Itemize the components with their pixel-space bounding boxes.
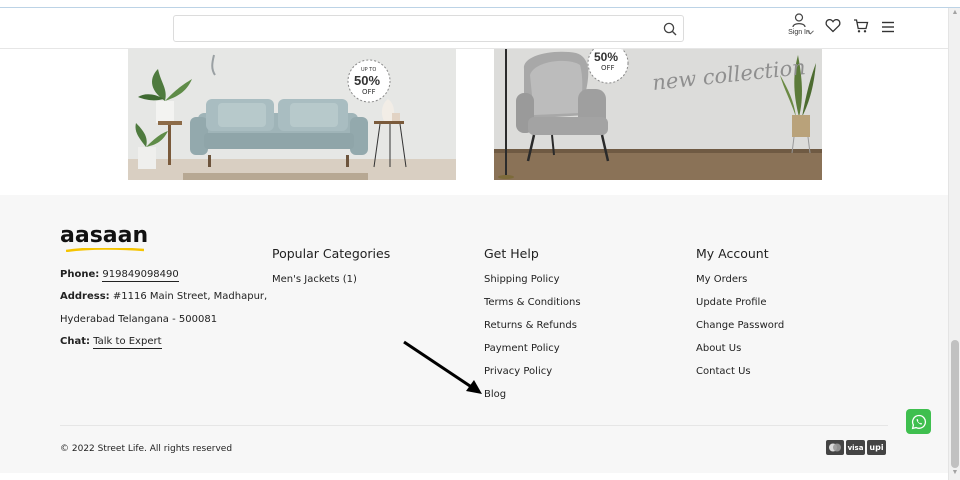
annotation-arrow bbox=[403, 340, 482, 394]
address-label: Address: bbox=[60, 291, 110, 302]
get-help-title: Get Help bbox=[484, 246, 539, 261]
popular-categories-title: Popular Categories bbox=[272, 246, 391, 261]
promo-banner-new-collection[interactable]: 50% OFF new collection bbox=[494, 49, 822, 180]
search-input[interactable] bbox=[173, 15, 684, 42]
phone-link[interactable]: 919849098490 bbox=[102, 269, 179, 282]
whatsapp-chat-button[interactable] bbox=[906, 409, 931, 434]
cart-icon[interactable] bbox=[853, 18, 869, 39]
get-help-column: Get Help Shipping Policy Terms & Conditi… bbox=[484, 246, 581, 412]
payment-methods: visa upi bbox=[826, 440, 886, 456]
my-orders-link[interactable]: My Orders bbox=[696, 274, 784, 297]
badge-off: OFF bbox=[601, 64, 615, 72]
blog-link[interactable]: Blog bbox=[484, 389, 581, 412]
update-profile-link[interactable]: Update Profile bbox=[696, 297, 784, 320]
badge-percent: 50% bbox=[354, 73, 381, 88]
whatsapp-icon bbox=[911, 414, 926, 429]
my-account-title: My Account bbox=[696, 246, 769, 261]
heart-icon[interactable] bbox=[825, 18, 841, 38]
visa-icon: visa bbox=[846, 440, 865, 455]
address-line: Address: #1116 Main Street, Madhapur, bbox=[60, 291, 267, 302]
page-scrollbar[interactable]: ▲ ▼ bbox=[948, 8, 960, 480]
my-account-column: My Account My Orders Update Profile Chan… bbox=[696, 246, 784, 389]
user-icon bbox=[792, 13, 806, 28]
category-link[interactable]: Men's Jackets (1) bbox=[272, 274, 390, 297]
terms-conditions-link[interactable]: Terms & Conditions bbox=[484, 297, 581, 320]
browser-top-strip bbox=[0, 0, 960, 8]
privacy-policy-link[interactable]: Privacy Policy bbox=[484, 366, 581, 389]
chevron-down-icon[interactable] bbox=[807, 22, 814, 40]
badge-off: OFF bbox=[362, 88, 376, 96]
brand-logo[interactable]: aasaan bbox=[60, 223, 148, 248]
upi-icon: upi bbox=[867, 440, 886, 455]
scroll-up-icon[interactable]: ▲ bbox=[951, 9, 959, 17]
returns-refunds-link[interactable]: Returns & Refunds bbox=[484, 320, 581, 343]
chat-label: Chat: bbox=[60, 336, 90, 347]
logo-underline bbox=[66, 248, 144, 252]
site-footer: aasaan Phone: 919849098490 Address: #111… bbox=[0, 195, 948, 473]
promo-banner-sofa[interactable]: UP TO 50% OFF bbox=[128, 49, 456, 180]
badge-percent: 50% bbox=[594, 50, 619, 64]
change-password-link[interactable]: Change Password bbox=[696, 320, 784, 343]
phone-label: Phone: bbox=[60, 269, 100, 280]
mastercard-icon bbox=[826, 440, 844, 455]
site-header: Sign In bbox=[0, 8, 948, 49]
scroll-down-icon[interactable]: ▼ bbox=[951, 469, 959, 477]
menu-icon[interactable] bbox=[881, 20, 895, 38]
phone-line: Phone: 919849098490 bbox=[60, 269, 179, 282]
footer-divider bbox=[60, 425, 888, 426]
shipping-policy-link[interactable]: Shipping Policy bbox=[484, 274, 581, 297]
chat-line: Chat: Talk to Expert bbox=[60, 336, 162, 349]
copyright-text: © 2022 Street Life. All rights reserved bbox=[60, 444, 233, 454]
payment-policy-link[interactable]: Payment Policy bbox=[484, 343, 581, 366]
address-text: #1116 Main Street, Madhapur, bbox=[112, 291, 268, 302]
scrollbar-thumb[interactable] bbox=[951, 340, 959, 468]
address-line-2: Hyderabad Telangana - 500081 bbox=[60, 314, 218, 325]
about-us-link[interactable]: About Us bbox=[696, 343, 784, 366]
talk-to-expert-link[interactable]: Talk to Expert bbox=[93, 336, 162, 349]
popular-categories-column: Popular Categories Men's Jackets (1) bbox=[272, 246, 390, 297]
search-icon[interactable] bbox=[660, 19, 680, 39]
contact-us-link[interactable]: Contact Us bbox=[696, 366, 784, 389]
